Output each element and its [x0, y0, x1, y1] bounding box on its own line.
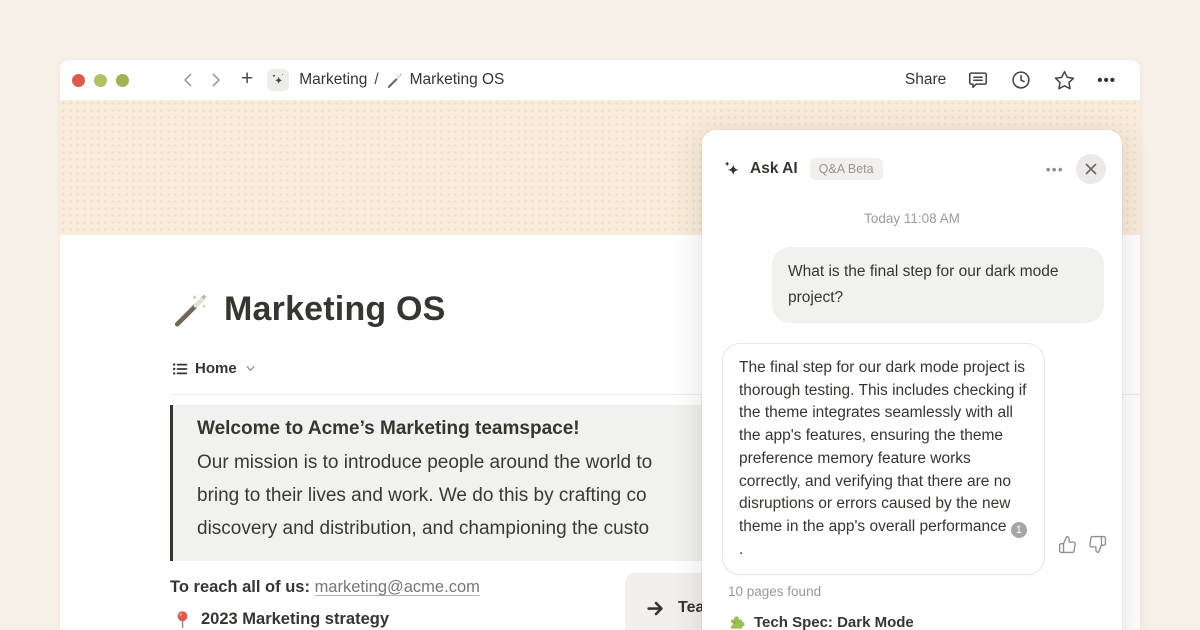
ask-ai-title: Ask AI — [750, 160, 798, 178]
puzzle-emoji-icon — [728, 614, 745, 630]
breadcrumb-current[interactable]: Marketing OS — [410, 71, 505, 89]
tab-home-label: Home — [195, 360, 237, 377]
updates-clock-icon[interactable] — [1010, 69, 1032, 91]
email-link[interactable]: marketing@acme.com — [315, 578, 480, 596]
share-button[interactable]: Share — [905, 71, 946, 89]
pinned-page-title: 2023 Marketing strategy — [201, 610, 389, 629]
sources-section: 10 pages found Tech Spec: Dark Mode Dark… — [728, 584, 1122, 630]
thumbs-down-icon[interactable] — [1088, 535, 1107, 554]
sources-count: 10 pages found — [728, 584, 1122, 599]
window-close-button[interactable] — [72, 74, 85, 87]
answer-feedback — [702, 535, 1107, 554]
panel-close-button[interactable] — [1076, 154, 1106, 184]
window-minimize-button[interactable] — [94, 74, 107, 87]
ai-answer-text: The final step for our dark mode project… — [739, 359, 1027, 535]
comments-icon[interactable] — [967, 69, 989, 91]
toolbar: + Marketing / Marketing OS Share ••• — [60, 60, 1140, 100]
contact-label: To reach all of us: — [170, 578, 310, 596]
magic-wand-icon — [386, 72, 403, 89]
more-options-icon[interactable]: ••• — [1097, 72, 1116, 89]
page-title: Marketing OS — [224, 290, 446, 329]
source-item[interactable]: Tech Spec: Dark Mode — [728, 614, 1122, 630]
round-pushpin-icon — [174, 610, 191, 629]
pinned-page-link[interactable]: 2023 Marketing strategy — [174, 610, 389, 629]
arrow-right-icon — [645, 598, 666, 619]
contact-line: To reach all of us: marketing@acme.com — [170, 578, 480, 597]
back-icon[interactable] — [181, 72, 195, 88]
team-card-label: Tea — [678, 599, 704, 617]
source-title: Tech Spec: Dark Mode — [754, 614, 914, 630]
panel-more-icon[interactable]: ••• — [1046, 162, 1064, 177]
user-question-bubble: What is the final step for our dark mode… — [772, 247, 1104, 323]
favorite-star-icon[interactable] — [1053, 69, 1076, 92]
breadcrumb: Marketing / Marketing OS — [299, 71, 504, 89]
forward-icon[interactable] — [209, 72, 223, 88]
sidebar-menu-icon[interactable] — [145, 76, 163, 84]
tab-home[interactable]: Home — [172, 360, 257, 377]
breadcrumb-parent[interactable]: Marketing — [299, 71, 367, 89]
thumbs-up-icon[interactable] — [1058, 535, 1077, 554]
list-view-icon — [172, 361, 188, 377]
ask-ai-header: Ask AI Q&A Beta ••• — [702, 130, 1122, 184]
toolbar-actions: Share ••• — [905, 69, 1116, 92]
chat-date-divider: Today 11:08 AM — [702, 211, 1122, 226]
chevron-down-icon — [244, 362, 257, 375]
window-zoom-button[interactable] — [116, 74, 129, 87]
window-controls — [72, 74, 129, 87]
breadcrumb-separator: / — [374, 71, 378, 89]
ai-sparkle-icon[interactable] — [267, 69, 289, 91]
qa-beta-badge: Q&A Beta — [810, 158, 883, 180]
new-page-icon[interactable]: + — [241, 67, 253, 91]
page-icon-magic-wand[interactable] — [172, 292, 208, 328]
ask-ai-sparkle-icon — [722, 159, 742, 179]
page-title-row: Marketing OS — [172, 290, 446, 329]
ask-ai-panel: Ask AI Q&A Beta ••• Today 11:08 AM What … — [702, 130, 1122, 630]
